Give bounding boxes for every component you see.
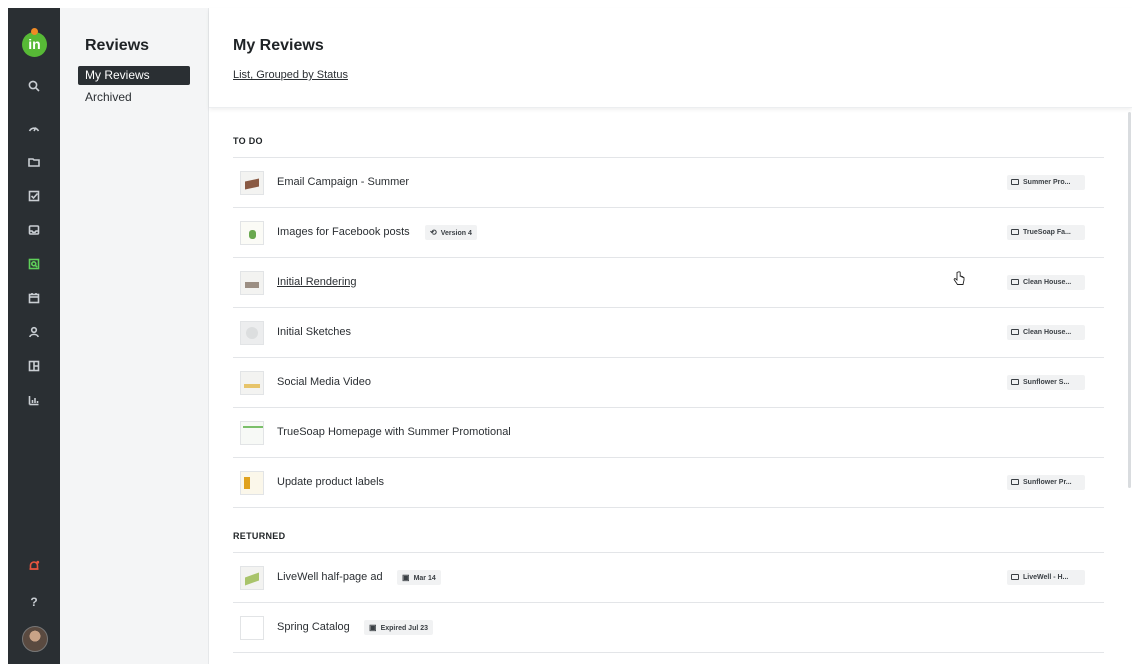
avatar[interactable]	[22, 626, 48, 652]
folder-badge[interactable]: Clean House...	[1007, 275, 1085, 290]
review-row[interactable]: Spring Catalog ▣ Expired Jul 23	[233, 603, 1104, 653]
folder-icon[interactable]	[24, 152, 44, 172]
search-icon[interactable]	[24, 76, 44, 96]
view-mode-link[interactable]: List, Grouped by Status	[233, 69, 348, 81]
page-title: My Reviews	[233, 37, 324, 54]
review-thumbnail	[240, 321, 264, 345]
version-icon: ⟲	[430, 228, 437, 237]
reports-icon[interactable]	[24, 390, 44, 410]
review-thumbnail	[240, 616, 264, 640]
task-check-icon[interactable]	[24, 186, 44, 206]
review-row[interactable]: Initial Rendering Clean House...	[233, 258, 1104, 308]
folder-badge[interactable]: Sunflower S...	[1007, 375, 1085, 390]
app-logo[interactable]: in	[22, 28, 47, 57]
folder-icon	[1011, 329, 1019, 335]
review-name[interactable]: TrueSoap Homepage with Summer Promotiona…	[277, 426, 511, 438]
review-thumbnail	[240, 171, 264, 195]
review-name[interactable]: Update product labels	[277, 476, 384, 488]
review-row[interactable]: TrueSoap Homepage with Summer Promotiona…	[233, 408, 1104, 458]
version-chip: ⟲ Version 4	[425, 225, 477, 240]
review-name[interactable]: Initial Sketches	[277, 326, 351, 338]
folder-label: Clean House...	[1023, 329, 1072, 336]
review-row[interactable]: Images for Facebook posts ⟲ Version 4 Tru…	[233, 208, 1104, 258]
review-name[interactable]: Spring Catalog	[277, 621, 350, 633]
user-icon[interactable]	[24, 322, 44, 342]
folder-badge[interactable]: TrueSoap Fa...	[1007, 225, 1085, 240]
review-name[interactable]: LiveWell half-page ad	[277, 571, 383, 583]
logo-drop	[31, 28, 38, 35]
gauge-icon[interactable]	[24, 118, 44, 138]
due-date-chip: ▣ Mar 14	[397, 570, 441, 585]
review-name[interactable]: Images for Facebook posts	[277, 226, 410, 238]
review-row[interactable]: LiveWell half-page ad ▣ Mar 14 LiveWell -…	[233, 553, 1104, 603]
review-thumbnail	[240, 471, 264, 495]
logo-text: in	[28, 36, 41, 52]
folder-label: Clean House...	[1023, 279, 1072, 286]
help-label: ?	[30, 595, 38, 609]
due-date-label: Mar 14	[413, 575, 436, 582]
folder-icon	[1011, 379, 1019, 385]
folder-label: LiveWell - H...	[1023, 574, 1069, 581]
folder-icon	[1011, 279, 1019, 285]
reviews-sidebar: Reviews My Reviews Archived	[60, 8, 209, 664]
calendar-icon: ▣	[402, 573, 410, 582]
review-row[interactable]: Initial Sketches Clean House...	[233, 308, 1104, 358]
review-thumbnail	[240, 421, 264, 445]
review-thumbnail	[240, 566, 264, 590]
sidebar-item-archived[interactable]: Archived	[78, 88, 190, 107]
calendar-icon[interactable]	[24, 288, 44, 308]
sidebar-item-my-reviews[interactable]: My Reviews	[78, 66, 190, 85]
folder-icon	[1011, 229, 1019, 235]
app-rail: in ?	[8, 8, 60, 664]
folder-label: Summer Pro...	[1023, 179, 1071, 186]
folder-badge[interactable]: Clean House...	[1007, 325, 1085, 340]
pointer-cursor-icon	[953, 271, 965, 285]
folder-icon	[1011, 479, 1019, 485]
folder-badge[interactable]: Summer Pro...	[1007, 175, 1085, 190]
review-row[interactable]: Social Media Video Sunflower S...	[233, 358, 1104, 408]
folder-label: Sunflower Pr...	[1023, 479, 1072, 486]
layout-icon[interactable]	[24, 356, 44, 376]
scrollbar[interactable]	[1128, 112, 1131, 488]
folder-badge[interactable]: LiveWell - H...	[1007, 570, 1085, 585]
inbox-icon[interactable]	[24, 220, 44, 240]
review-thumbnail	[240, 221, 264, 245]
help-icon[interactable]: ?	[24, 592, 44, 612]
review-thumbnail	[240, 371, 264, 395]
main-content: My Reviews List, Grouped by Status TO DO…	[209, 8, 1132, 664]
folder-label: TrueSoap Fa...	[1023, 229, 1071, 236]
section-label-returned: RETURNED	[233, 531, 286, 541]
review-thumbnail	[240, 271, 264, 295]
folder-icon	[1011, 179, 1019, 185]
review-name[interactable]: Email Campaign - Summer	[277, 176, 409, 188]
section-label-todo: TO DO	[233, 136, 263, 146]
folder-icon	[1011, 574, 1019, 580]
review-row[interactable]: Email Campaign - Summer Summer Pro...	[233, 158, 1104, 208]
due-date-label: Expired Jul 23	[380, 625, 429, 632]
page-header: My Reviews List, Grouped by Status	[209, 8, 1132, 108]
window-top-strip	[0, 0, 1132, 8]
calendar-icon: ▣	[369, 623, 377, 632]
review-name[interactable]: Initial Rendering	[277, 276, 357, 288]
folder-badge[interactable]: Sunflower Pr...	[1007, 475, 1085, 490]
due-date-chip: ▣ Expired Jul 23	[364, 620, 434, 635]
review-row[interactable]: Update product labels Sunflower Pr...	[233, 458, 1104, 508]
notifications-icon[interactable]	[24, 556, 44, 576]
version-label: Version 4	[440, 230, 472, 237]
sidebar-title: Reviews	[85, 37, 150, 54]
review-name[interactable]: Social Media Video	[277, 376, 371, 388]
reviews-icon[interactable]	[24, 254, 44, 274]
folder-label: Sunflower S...	[1023, 379, 1070, 386]
